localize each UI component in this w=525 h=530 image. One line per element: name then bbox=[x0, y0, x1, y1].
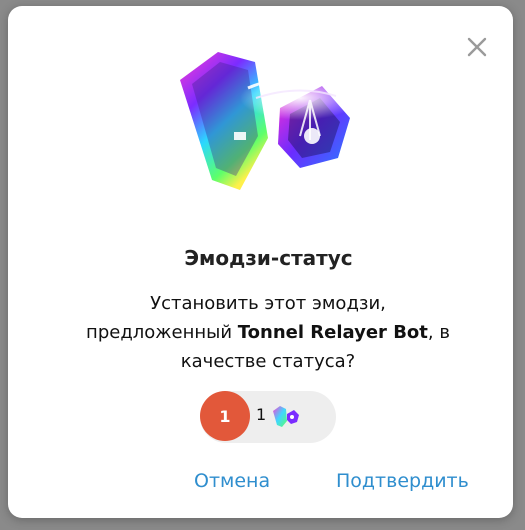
bot-name: Tonnel Relayer Bot bbox=[237, 322, 428, 343]
cancel-button[interactable]: Отмена bbox=[194, 470, 270, 492]
dialog-title: Эмодзи-статус bbox=[184, 246, 353, 270]
dialog-description: Установить этот эмодзи, предложенный Ton… bbox=[78, 289, 458, 376]
count-badge: 1 bbox=[200, 391, 250, 441]
crystal-emoji-small-icon bbox=[273, 406, 299, 427]
close-icon[interactable] bbox=[462, 32, 492, 62]
confirm-button[interactable]: Подтвердить bbox=[336, 470, 469, 492]
emoji-status-dialog: Эмодзи-статус Установить этот эмодзи, пр… bbox=[8, 6, 513, 518]
emoji-count: 1 bbox=[256, 405, 267, 424]
crystal-emoji-icon bbox=[160, 40, 370, 210]
emoji-reaction-pill[interactable]: 1 1 bbox=[200, 391, 336, 443]
